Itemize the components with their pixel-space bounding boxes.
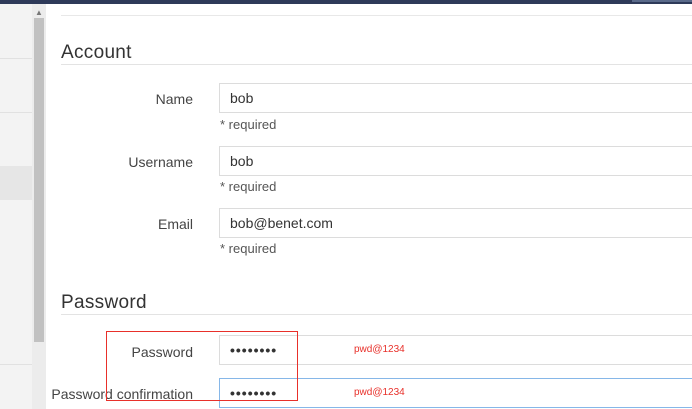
username-input[interactable]: bob [219, 146, 692, 176]
password-section-title: Password [61, 292, 147, 313]
sidebar-item-active[interactable] [0, 166, 32, 200]
email-label: Email [157, 216, 193, 232]
name-input[interactable]: bob [219, 83, 692, 113]
username-required-hint: * required [220, 179, 277, 194]
top-nav-edge [632, 0, 692, 2]
sidebar-divider [0, 58, 32, 59]
annotation-highlight-box [106, 331, 298, 401]
password-confirmation-annotation-note: pwd@1234 [354, 387, 405, 398]
sidebar-divider [0, 112, 32, 113]
password-section-divider [61, 314, 692, 315]
left-sidebar [0, 4, 32, 409]
password-annotation-note: pwd@1234 [354, 344, 405, 355]
vertical-scrollbar[interactable]: ▲ [32, 4, 46, 409]
top-nav-bar [0, 0, 692, 4]
header-divider [61, 15, 692, 16]
email-required-hint: * required [220, 241, 277, 256]
name-required-hint: * required [220, 117, 277, 132]
account-section-divider [61, 64, 692, 65]
sidebar-divider [0, 364, 32, 365]
account-section-title: Account [61, 42, 132, 63]
username-label: Username [128, 154, 193, 170]
name-label: Name [155, 91, 193, 107]
scrollbar-thumb[interactable] [34, 18, 44, 342]
email-input[interactable]: bob@benet.com [219, 208, 692, 238]
